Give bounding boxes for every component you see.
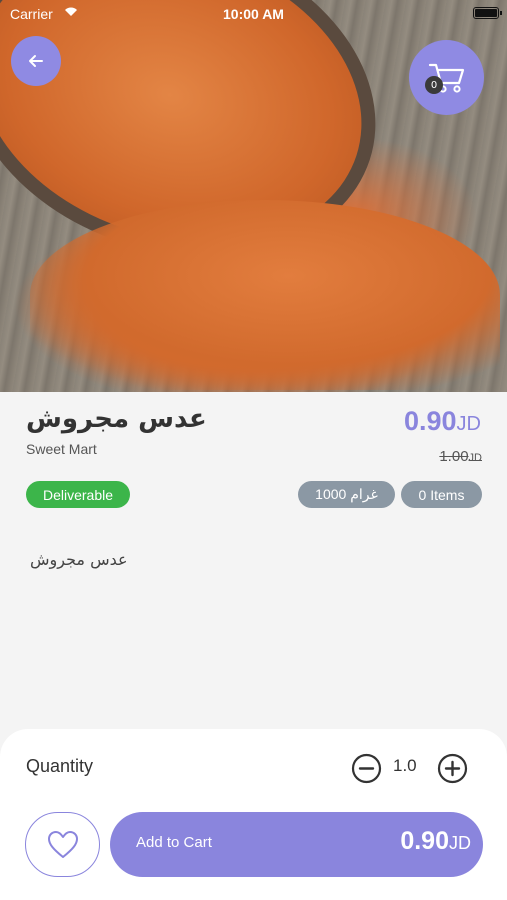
store-name: Sweet Mart [26, 441, 97, 457]
status-time: 10:00 AM [223, 6, 284, 22]
favorite-button[interactable] [25, 812, 100, 877]
quantity-value: 1.0 [393, 756, 417, 775]
cart-button[interactable]: 0 [409, 40, 484, 115]
total-price: 0.90JD [400, 827, 471, 856]
price-amount: 0.90 [403, 406, 457, 436]
total-price-currency: JD [449, 833, 471, 853]
battery-icon [473, 7, 502, 19]
price-currency: JD [456, 413, 481, 435]
items-badge: 0 Items [401, 481, 482, 508]
old-price-amount: 1.00 [439, 448, 469, 465]
add-to-cart-label: Add to Cart [136, 834, 212, 851]
back-button[interactable] [11, 36, 61, 86]
quantity-decrease-button[interactable] [351, 753, 382, 784]
status-bar: Carrier 10:00 AM [0, 0, 507, 28]
product-name: عدس مجروش [26, 404, 207, 434]
quantity-label: Quantity [26, 756, 94, 776]
add-to-cart-button[interactable]: Add to Cart 0.90JD [110, 812, 483, 877]
old-price: 1.00JD [439, 448, 482, 465]
arrow-left-icon [29, 55, 43, 67]
total-price-amount: 0.90 [400, 827, 449, 855]
heart-icon [47, 830, 78, 858]
cart-count-badge: 0 [425, 76, 443, 94]
lentils-image-part [30, 200, 500, 390]
product-description: عدس مجروش [30, 550, 128, 569]
old-price-currency: JD [468, 452, 482, 464]
product-price: 0.90JD [404, 406, 481, 437]
quantity-increase-button[interactable] [437, 753, 468, 784]
deliverable-badge: Deliverable [26, 481, 130, 508]
weight-badge: غرام 1000 [298, 481, 395, 508]
